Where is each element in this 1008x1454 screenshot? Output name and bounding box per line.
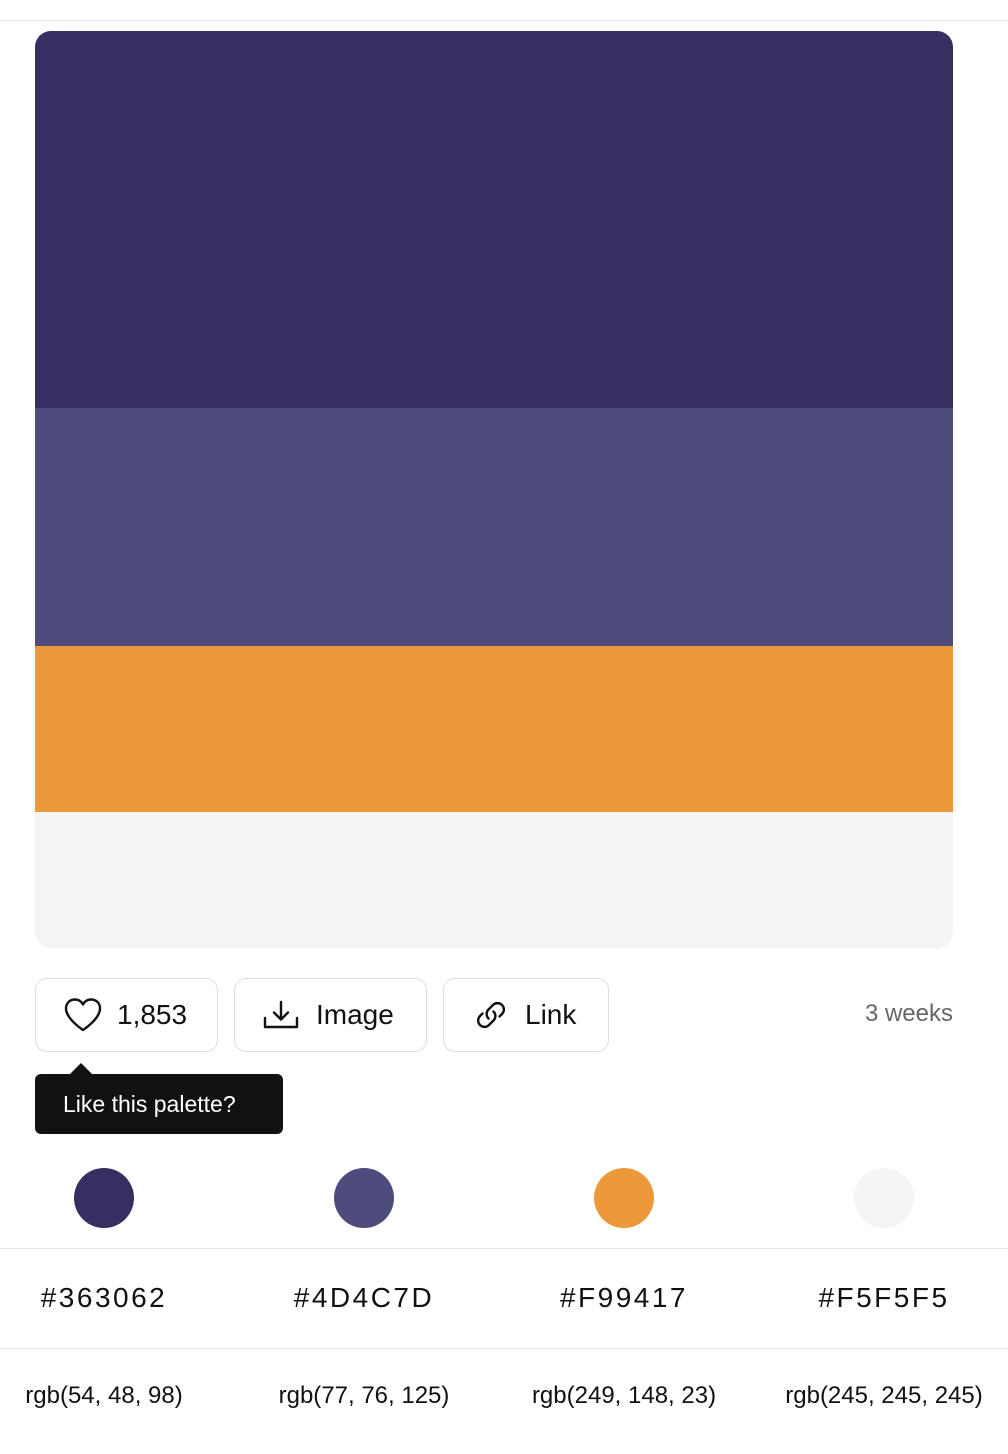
top-divider: [0, 20, 1008, 21]
hex-code-row: #363062 #4D4C7D #F99417 #F5F5F5: [0, 1282, 1008, 1318]
link-button-label: Link: [525, 999, 577, 1030]
like-tooltip: Like this palette?: [35, 1074, 283, 1134]
palette-preview[interactable]: [35, 31, 953, 948]
copy-link-button[interactable]: Link: [443, 978, 609, 1052]
rgb-code-3[interactable]: rgb(249, 148, 23): [494, 1382, 754, 1410]
heart-icon: [63, 997, 103, 1033]
palette-actions: 1,853 Image Link 3 weeks: [35, 978, 953, 1054]
palette-swatch-4[interactable]: [35, 812, 953, 948]
color-dot-3[interactable]: [594, 1168, 654, 1228]
color-dot-4[interactable]: [854, 1168, 914, 1228]
row-divider: [0, 1248, 1008, 1249]
download-image-button[interactable]: Image: [234, 978, 427, 1052]
like-button[interactable]: 1,853: [35, 978, 218, 1052]
tooltip-text: Like this palette?: [63, 1090, 236, 1117]
hex-code-4[interactable]: #F5F5F5: [754, 1282, 1008, 1314]
rgb-code-4[interactable]: rgb(245, 245, 245): [754, 1382, 1008, 1410]
palette-swatch-3[interactable]: [35, 646, 953, 812]
color-dot-1[interactable]: [74, 1168, 134, 1228]
rgb-code-row: rgb(54, 48, 98) rgb(77, 76, 125) rgb(249…: [0, 1382, 1008, 1414]
color-dots: [0, 1168, 1008, 1228]
color-dot-2[interactable]: [334, 1168, 394, 1228]
row-divider: [0, 1348, 1008, 1349]
rgb-code-1[interactable]: rgb(54, 48, 98): [0, 1382, 234, 1410]
palette-swatch-2[interactable]: [35, 408, 953, 646]
hex-code-1[interactable]: #363062: [0, 1282, 234, 1314]
download-icon: [262, 999, 300, 1031]
hex-code-2[interactable]: #4D4C7D: [234, 1282, 494, 1314]
posted-time: 3 weeks: [864, 1000, 953, 1027]
link-icon: [471, 999, 511, 1031]
hex-code-3[interactable]: #F99417: [494, 1282, 754, 1314]
palette-swatch-1[interactable]: [35, 31, 953, 408]
image-button-label: Image: [316, 999, 394, 1030]
rgb-code-2[interactable]: rgb(77, 76, 125): [234, 1382, 494, 1410]
like-count: 1,853: [117, 999, 188, 1030]
